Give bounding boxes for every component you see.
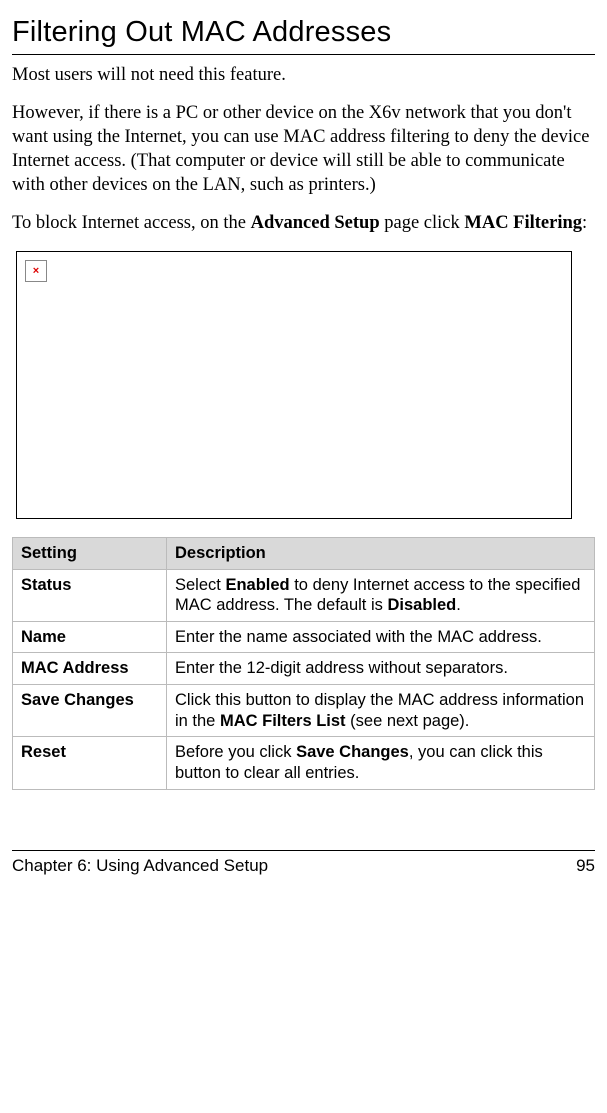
bold-text: MAC Filters List bbox=[220, 712, 346, 730]
col-setting-header: Setting bbox=[13, 537, 167, 569]
text: To block Internet access, on the bbox=[12, 213, 251, 233]
table-row: Save Changes Click this button to displa… bbox=[13, 685, 595, 737]
intro-paragraph-3: To block Internet access, on the Advance… bbox=[12, 211, 595, 235]
table-header-row: Setting Description bbox=[13, 537, 595, 569]
table-row: MAC Address Enter the 12-digit address w… bbox=[13, 653, 595, 685]
text: Select bbox=[175, 576, 225, 594]
settings-table: Setting Description Status Select Enable… bbox=[12, 537, 595, 790]
table-row: Status Select Enabled to deny Internet a… bbox=[13, 569, 595, 621]
setting-cell: Reset bbox=[13, 737, 167, 789]
text: (see next page). bbox=[346, 712, 470, 730]
table-row: Name Enter the name associated with the … bbox=[13, 621, 595, 653]
description-cell: Enter the name associated with the MAC a… bbox=[167, 621, 595, 653]
mac-filtering-label: MAC Filtering bbox=[464, 213, 582, 233]
page-number: 95 bbox=[576, 855, 595, 877]
text: Before you click bbox=[175, 743, 296, 761]
intro-paragraph-2: However, if there is a PC or other devic… bbox=[12, 101, 595, 197]
bold-text: Save Changes bbox=[296, 743, 409, 761]
text: page click bbox=[380, 213, 465, 233]
description-cell: Before you click Save Changes, you can c… bbox=[167, 737, 595, 789]
description-cell: Select Enabled to deny Internet access t… bbox=[167, 569, 595, 621]
text: Enter the 12-digit address without separ… bbox=[175, 659, 508, 677]
chapter-label: Chapter 6: Using Advanced Setup bbox=[12, 855, 268, 877]
text: : bbox=[582, 213, 587, 233]
advanced-setup-label: Advanced Setup bbox=[251, 213, 380, 233]
table-row: Reset Before you click Save Changes, you… bbox=[13, 737, 595, 789]
screenshot-placeholder: × bbox=[16, 251, 572, 519]
bold-text: Disabled bbox=[387, 596, 456, 614]
page-footer: Chapter 6: Using Advanced Setup 95 bbox=[12, 850, 595, 877]
text: Enter the name associated with the MAC a… bbox=[175, 628, 542, 646]
page-title: Filtering Out MAC Addresses bbox=[12, 14, 595, 55]
setting-cell: Name bbox=[13, 621, 167, 653]
text: . bbox=[456, 596, 461, 614]
broken-image-glyph: × bbox=[33, 264, 39, 278]
setting-cell: Status bbox=[13, 569, 167, 621]
description-cell: Click this button to display the MAC add… bbox=[167, 685, 595, 737]
setting-cell: MAC Address bbox=[13, 653, 167, 685]
setting-cell: Save Changes bbox=[13, 685, 167, 737]
broken-image-icon: × bbox=[25, 260, 47, 282]
col-description-header: Description bbox=[167, 537, 595, 569]
description-cell: Enter the 12-digit address without separ… bbox=[167, 653, 595, 685]
bold-text: Enabled bbox=[225, 576, 289, 594]
intro-paragraph-1: Most users will not need this feature. bbox=[12, 63, 595, 87]
